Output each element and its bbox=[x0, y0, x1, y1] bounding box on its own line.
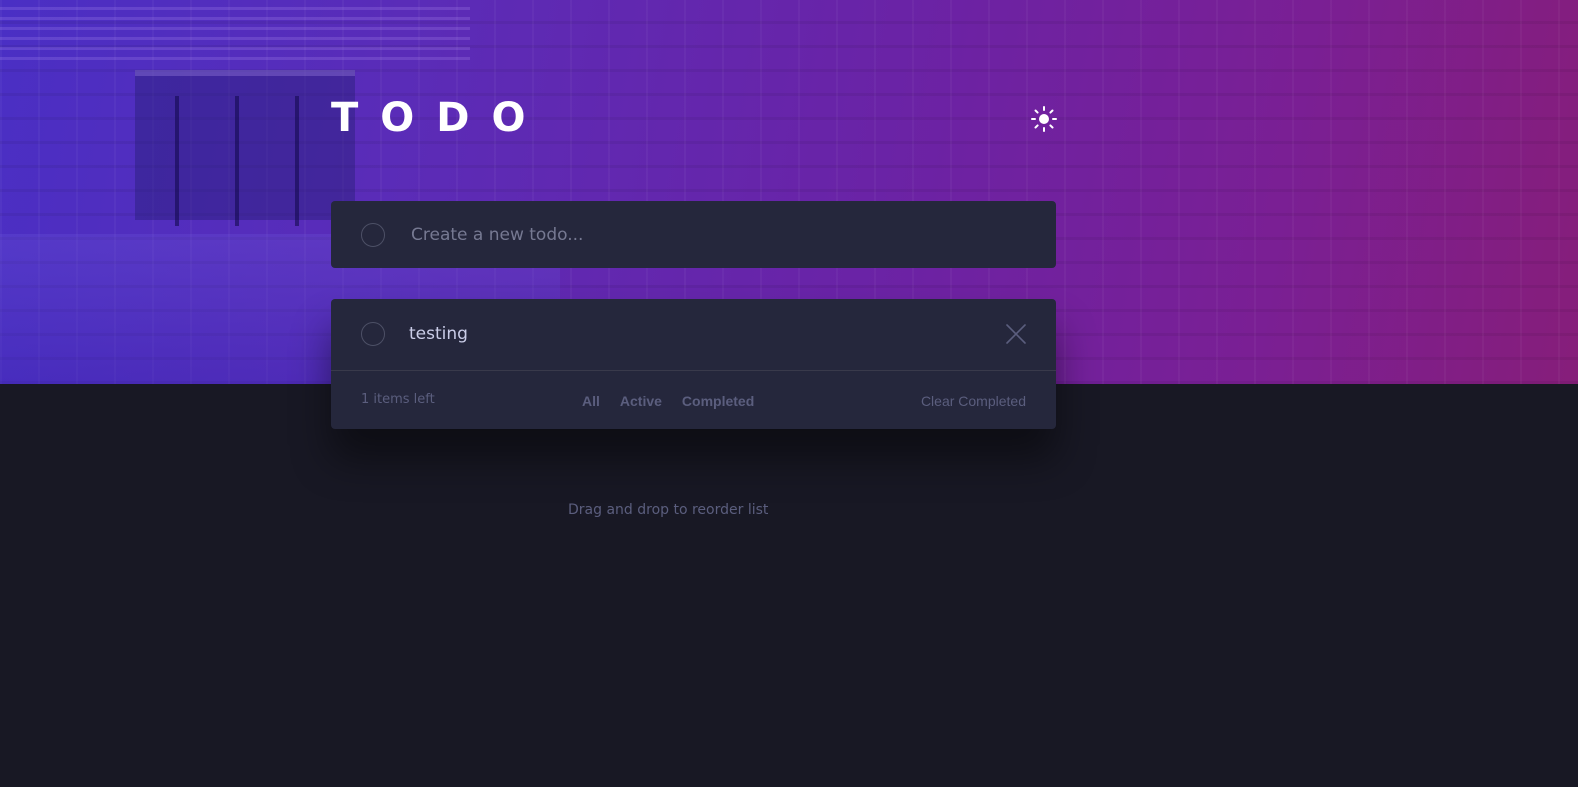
todo-item[interactable]: testing bbox=[331, 299, 1056, 371]
clear-completed-button[interactable]: Clear Completed bbox=[921, 393, 1026, 409]
todo-list-card: testing 1 items left All Active Complete… bbox=[331, 299, 1056, 429]
sun-icon bbox=[1031, 106, 1057, 132]
delete-todo-button[interactable] bbox=[1005, 323, 1027, 345]
items-left-count: 1 items left bbox=[361, 392, 435, 407]
drag-drop-hint: Drag and drop to reorder list bbox=[568, 502, 769, 518]
new-todo-card bbox=[331, 201, 1056, 268]
new-todo-check-circle[interactable] bbox=[361, 223, 385, 247]
new-todo-input[interactable] bbox=[409, 217, 1029, 253]
todo-text: testing bbox=[409, 324, 468, 344]
list-footer: 1 items left All Active Completed Clear … bbox=[331, 371, 1056, 429]
hero-ceiling-texture bbox=[0, 0, 470, 60]
filter-all[interactable]: All bbox=[582, 393, 600, 409]
filter-tabs: All Active Completed bbox=[582, 393, 754, 409]
hero-doorway bbox=[135, 70, 355, 226]
page-title: TODO bbox=[331, 95, 548, 141]
filter-active[interactable]: Active bbox=[620, 393, 662, 409]
filter-completed[interactable]: Completed bbox=[682, 393, 754, 409]
todo-check-circle[interactable] bbox=[361, 322, 385, 346]
theme-toggle-button[interactable] bbox=[1030, 105, 1058, 133]
close-icon bbox=[1006, 324, 1026, 344]
